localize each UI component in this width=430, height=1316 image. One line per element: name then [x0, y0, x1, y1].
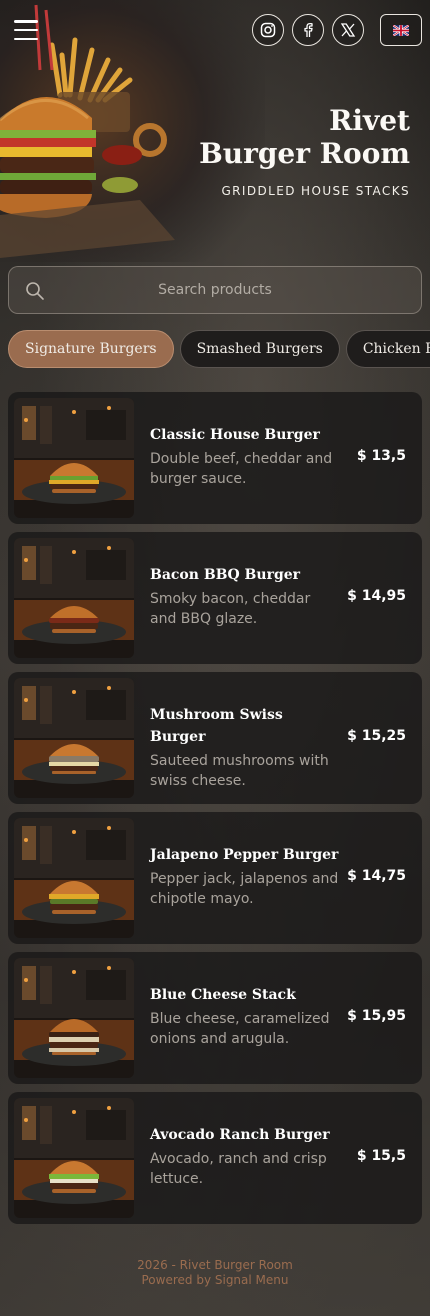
- product-name: Blue Cheese Stack: [150, 987, 296, 1003]
- product-image: [14, 1098, 134, 1218]
- product-image: [14, 818, 134, 938]
- product-description: Double beef, cheddar and burger sauce.: [150, 451, 333, 487]
- product-description: Blue cheese, caramelized onions and arug…: [150, 1011, 330, 1047]
- footer: 2026 - Rivet Burger Room Powered by Sign…: [0, 1258, 430, 1288]
- product-description: Smoky bacon, cheddar and BBQ glaze.: [150, 591, 311, 627]
- product-description: Avocado, ranch and crisp lettuce.: [150, 1151, 327, 1187]
- product-price: $ 15,5: [356, 1148, 406, 1164]
- product-card[interactable]: Classic House Burger Double beef, chedda…: [8, 392, 422, 524]
- product-price: $ 15,25: [347, 728, 406, 744]
- product-card[interactable]: Mushroom Swiss Burger Sauteed mushrooms …: [8, 672, 422, 804]
- product-card[interactable]: Blue Cheese Stack Blue cheese, carameliz…: [8, 952, 422, 1084]
- brand-name-line1: Rivet: [329, 104, 410, 137]
- product-image: [14, 958, 134, 1078]
- product-price: $ 13,5: [356, 448, 406, 464]
- product-price: $ 14,75: [347, 868, 406, 884]
- category-tab-signature-burgers[interactable]: Signature Burgers: [8, 330, 174, 368]
- category-tabs: Signature Burgers Smashed Burgers Chicke…: [8, 330, 430, 368]
- hamburger-menu-icon[interactable]: [14, 20, 38, 40]
- product-name: Classic House Burger: [150, 427, 320, 443]
- product-list: Classic House Burger Double beef, chedda…: [8, 392, 422, 1232]
- search-icon: [26, 282, 44, 300]
- product-card[interactable]: Jalapeno Pepper Burger Pepper jack, jala…: [8, 812, 422, 944]
- product-card[interactable]: Bacon BBQ Burger Smoky bacon, cheddar an…: [8, 532, 422, 664]
- category-tab-chicken-burgers[interactable]: Chicken Burgers: [345, 330, 430, 368]
- product-description: Pepper jack, jalapenos and chipotle mayo…: [150, 871, 339, 907]
- category-tab-smashed-burgers[interactable]: Smashed Burgers: [179, 330, 340, 368]
- language-selector[interactable]: [380, 14, 422, 46]
- product-card[interactable]: Avocado Ranch Burger Avocado, ranch and …: [8, 1092, 422, 1224]
- product-price: $ 14,95: [347, 588, 406, 604]
- product-image: [14, 398, 134, 518]
- search-bar: [8, 266, 422, 314]
- product-name: Avocado Ranch Burger: [150, 1127, 330, 1143]
- product-name: Mushroom Swiss Burger: [150, 707, 283, 745]
- tagline: GRIDDLED HOUSE STACKS: [221, 184, 410, 198]
- instagram-icon[interactable]: [252, 14, 284, 46]
- product-name: Bacon BBQ Burger: [150, 567, 301, 583]
- uk-flag-icon: [393, 24, 409, 36]
- facebook-icon[interactable]: [292, 14, 324, 46]
- product-price: $ 15,95: [347, 1008, 406, 1024]
- product-name: Jalapeno Pepper Burger: [150, 847, 339, 863]
- footer-powered-by[interactable]: Powered by Signal Menu: [0, 1273, 430, 1288]
- product-image: [14, 538, 134, 658]
- hero-banner: Rivet Burger Room GRIDDLED HOUSE STACKS: [0, 0, 430, 262]
- brand-name-line2: Burger Room: [199, 137, 410, 170]
- brand-block: Rivet Burger Room GRIDDLED HOUSE STACKS: [199, 104, 410, 198]
- product-image: [14, 678, 134, 798]
- footer-copyright: 2026 - Rivet Burger Room: [137, 1258, 293, 1272]
- product-description: Sauteed mushrooms with swiss cheese.: [150, 753, 329, 789]
- search-input[interactable]: [9, 267, 421, 313]
- x-twitter-icon[interactable]: [332, 14, 364, 46]
- social-links: [252, 14, 364, 46]
